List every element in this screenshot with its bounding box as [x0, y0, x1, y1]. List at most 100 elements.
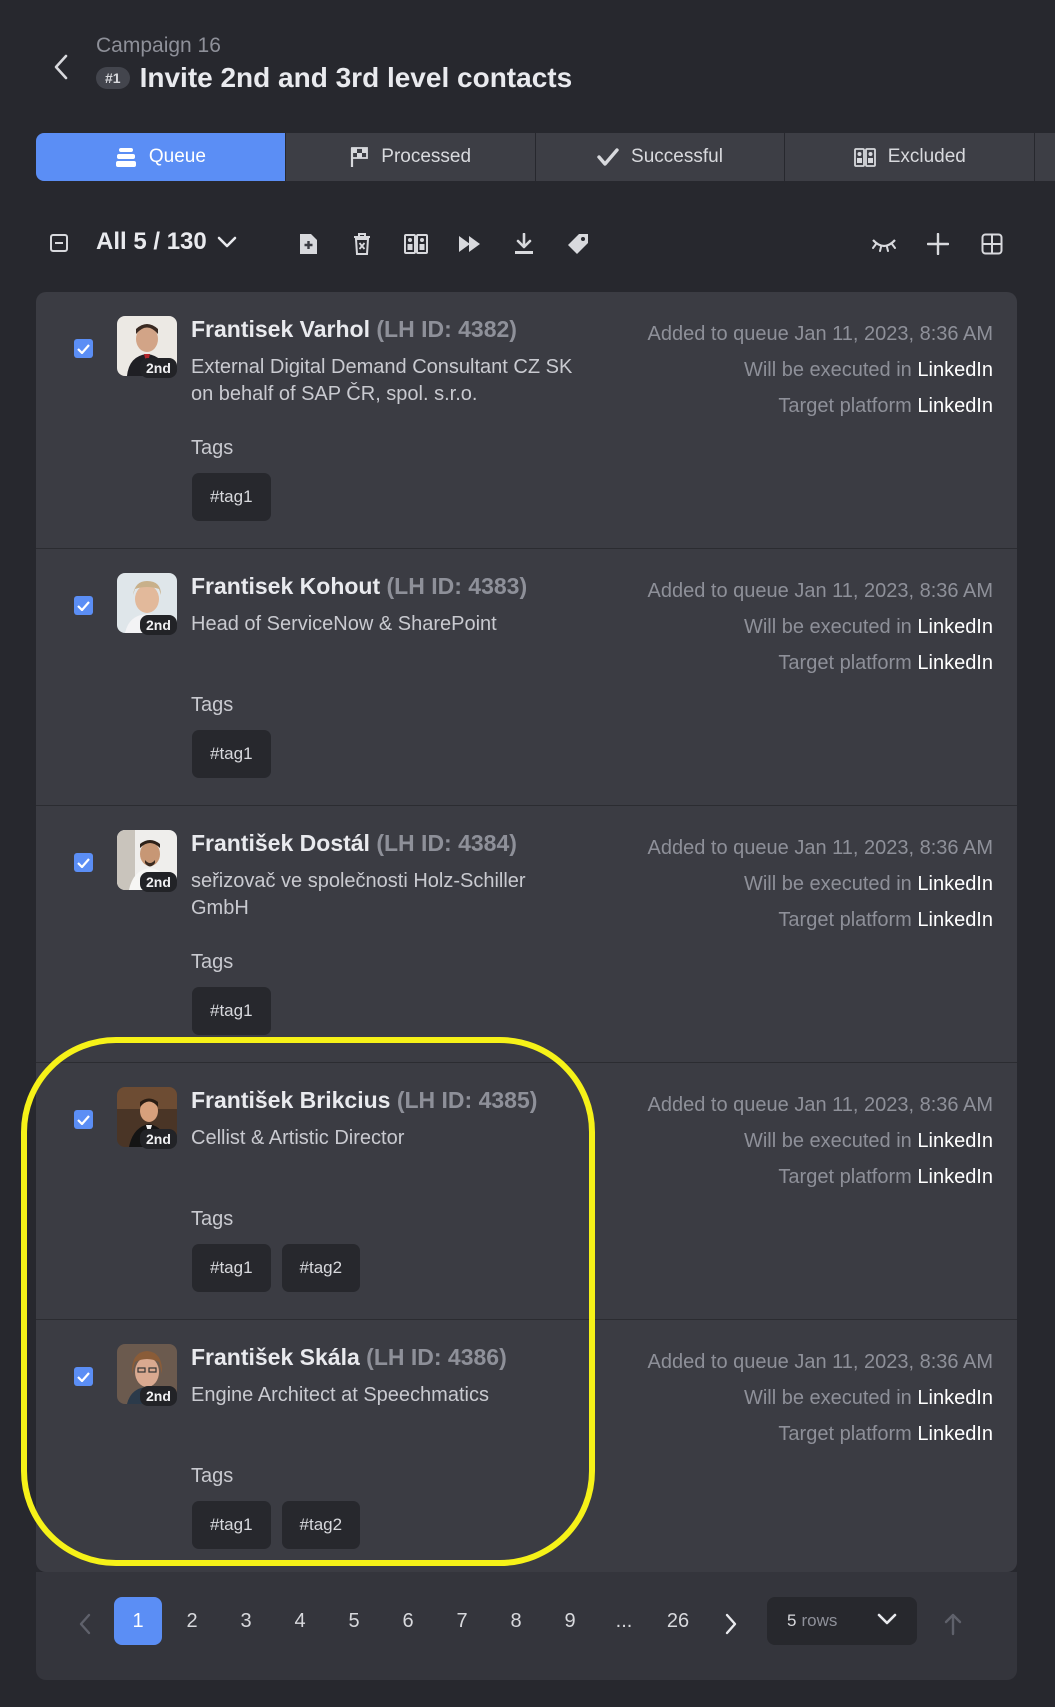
tag-chip[interactable]: #tag1	[192, 987, 271, 1035]
layout-button[interactable]	[978, 230, 1006, 258]
delete-icon	[354, 233, 370, 255]
platform-label: Target platform	[778, 1166, 912, 1188]
tag-chip[interactable]: #tag1	[192, 1244, 271, 1292]
page-button[interactable]: 3	[222, 1597, 270, 1645]
target-platform: Target platform LinkedIn	[648, 388, 993, 424]
exec-platform-link[interactable]: LinkedIn	[917, 1387, 993, 1409]
target-platform-link[interactable]: LinkedIn	[917, 1423, 993, 1445]
rows-per-page-unit: rows	[801, 1611, 838, 1630]
delete-button[interactable]	[348, 230, 376, 258]
row-checkbox[interactable]	[74, 1110, 93, 1129]
executed-in: Will be executed in LinkedIn	[648, 1123, 993, 1159]
tab-successful-label: Successful	[631, 146, 723, 167]
page-button[interactable]: 6	[384, 1597, 432, 1645]
tab-queue[interactable]: Queue	[36, 133, 285, 181]
page-button[interactable]: 4	[276, 1597, 324, 1645]
page-button[interactable]: 1	[114, 1597, 162, 1645]
scroll-to-top-button[interactable]	[939, 1610, 967, 1638]
contact-name[interactable]: Frantisek Kohout	[191, 573, 380, 599]
added-date: Jan 11, 2023, 8:36 AM	[794, 323, 993, 345]
list-item[interactable]: 2nd František Brikcius (LH ID: 4385) Cel…	[36, 1063, 1017, 1320]
platform-label: Target platform	[778, 909, 912, 931]
add-to-list-button[interactable]	[294, 230, 322, 258]
contact-name[interactable]: František Dostál	[191, 830, 370, 856]
list-item[interactable]: 2nd František Dostál (LH ID: 4384) seřiz…	[36, 806, 1017, 1063]
exclude-button[interactable]	[402, 230, 430, 258]
chevron-down-icon	[877, 1613, 897, 1625]
exec-platform-link[interactable]: LinkedIn	[917, 359, 993, 381]
target-platform-link[interactable]: LinkedIn	[917, 909, 993, 931]
tab-successful[interactable]: Successful	[535, 133, 785, 181]
checkered-flag-icon	[351, 147, 369, 167]
contact-name[interactable]: Frantisek Varhol	[191, 316, 370, 342]
download-button[interactable]	[510, 230, 538, 258]
row-checkbox[interactable]	[74, 1367, 93, 1386]
rows-per-page-value: 5	[787, 1611, 797, 1630]
tag-chip[interactable]: #tag1	[192, 1501, 271, 1549]
row-checkbox[interactable]	[74, 339, 93, 358]
chevron-left-icon	[79, 1613, 91, 1635]
rows-per-page-select[interactable]: 5 rows	[767, 1597, 917, 1645]
page-button[interactable]: 2	[168, 1597, 216, 1645]
row-checkbox[interactable]	[74, 853, 93, 872]
list-toolbar: All 5 / 130	[36, 218, 1016, 268]
tags-label: Tags	[191, 1208, 234, 1230]
back-button[interactable]	[44, 50, 78, 84]
chevron-left-icon	[54, 54, 68, 80]
target-platform-link[interactable]: LinkedIn	[917, 652, 993, 674]
next-page-button[interactable]	[717, 1610, 745, 1638]
page-button[interactable]: 26	[654, 1597, 702, 1645]
target-platform-link[interactable]: LinkedIn	[917, 395, 993, 417]
exec-label: Will be executed in	[743, 873, 912, 895]
row-checkbox[interactable]	[74, 596, 93, 615]
executed-in: Will be executed in LinkedIn	[648, 1380, 993, 1416]
page-button[interactable]: 9	[546, 1597, 594, 1645]
hide-icon	[872, 239, 896, 252]
contact-headline: Cellist & Artistic Director	[191, 1127, 405, 1149]
contact-list: 2nd Frantisek Varhol (LH ID: 4382) Exter…	[36, 292, 1017, 1572]
queue-meta: Added to queue Jan 11, 2023, 8:36 AM Wil…	[648, 573, 993, 681]
target-platform-link[interactable]: LinkedIn	[917, 1166, 993, 1188]
contact-headline: External Digital Demand Consultant CZ SK…	[191, 356, 573, 405]
connection-degree-badge: 2nd	[140, 358, 177, 378]
tab-queue-label: Queue	[148, 146, 206, 167]
select-all-checkbox[interactable]	[50, 234, 68, 252]
list-item[interactable]: 2nd Frantisek Kohout (LH ID: 4383) Head …	[36, 549, 1017, 806]
added-to-queue: Added to queue Jan 11, 2023, 8:36 AM	[648, 1344, 993, 1380]
previous-page-button[interactable]	[71, 1610, 99, 1638]
added-label: Added to queue	[647, 580, 789, 602]
connection-degree-badge: 2nd	[140, 1129, 177, 1149]
platform-label: Target platform	[778, 395, 912, 417]
skip-forward-button[interactable]	[456, 230, 484, 258]
page-button[interactable]: 8	[492, 1597, 540, 1645]
tag-chip[interactable]: #tag1	[192, 473, 271, 521]
page-button[interactable]: 5	[330, 1597, 378, 1645]
added-label: Added to queue	[647, 837, 789, 859]
target-platform: Target platform LinkedIn	[648, 1159, 993, 1195]
list-item[interactable]: 2nd Frantisek Varhol (LH ID: 4382) Exter…	[36, 292, 1017, 549]
added-to-queue: Added to queue Jan 11, 2023, 8:36 AM	[648, 830, 993, 866]
queue-meta: Added to queue Jan 11, 2023, 8:36 AM Wil…	[648, 316, 993, 424]
tab-processed[interactable]: Processed	[285, 133, 535, 181]
list-item[interactable]: 2nd František Skála (LH ID: 4386) Engine…	[36, 1320, 1017, 1572]
exec-platform-link[interactable]: LinkedIn	[917, 873, 993, 895]
checkmark-icon	[77, 857, 90, 868]
hide-button[interactable]	[870, 230, 898, 258]
tag-chip[interactable]: #tag2	[281, 1501, 361, 1549]
tags-label: Tags	[191, 694, 234, 716]
page-button[interactable]: 7	[438, 1597, 486, 1645]
contact-name[interactable]: František Brikcius	[191, 1087, 390, 1113]
tag-chip[interactable]: #tag2	[281, 1244, 361, 1292]
selection-dropdown[interactable]: All 5 / 130	[96, 228, 237, 256]
add-button[interactable]	[924, 230, 952, 258]
added-date: Jan 11, 2023, 8:36 AM	[794, 1351, 993, 1373]
tab-excluded[interactable]: Excluded	[785, 133, 1035, 181]
contact-name[interactable]: František Skála	[191, 1344, 360, 1370]
tag-icon	[568, 234, 588, 254]
tab-overflow[interactable]	[1035, 133, 1055, 181]
exec-platform-link[interactable]: LinkedIn	[917, 616, 993, 638]
exec-platform-link[interactable]: LinkedIn	[917, 1130, 993, 1152]
exec-label: Will be executed in	[743, 1387, 912, 1409]
tag-chip[interactable]: #tag1	[192, 730, 271, 778]
tag-button[interactable]	[564, 230, 592, 258]
